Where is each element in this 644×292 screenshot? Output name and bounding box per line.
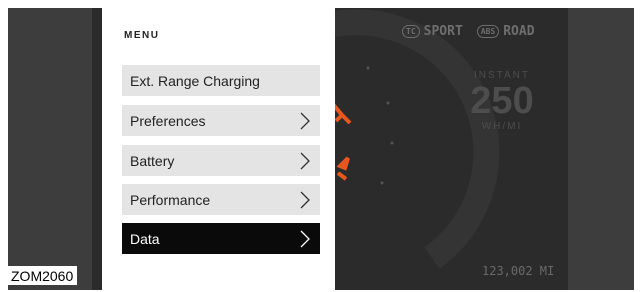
gauge-tick <box>380 181 384 185</box>
regen-arrow-icon <box>336 156 350 181</box>
dashboard-frame: TC SPORT ABS ROAD INSTANT 250 WH/MI 123,… <box>8 8 634 290</box>
gauge-tick <box>366 66 370 70</box>
figure-code: ZOM2060 <box>8 266 78 285</box>
menu-item-ext-range-charging[interactable]: Ext. Range Charging <box>122 65 320 96</box>
traction-control-indicator: TC SPORT <box>402 24 463 39</box>
menu-item-preferences[interactable]: Preferences <box>122 105 320 136</box>
tc-icon: TC <box>402 25 420 38</box>
instant-value: 250 <box>470 80 534 122</box>
chevron-right-icon <box>300 152 310 169</box>
ride-mode-status: TC SPORT ABS ROAD <box>402 24 535 39</box>
menu-item-data[interactable]: Data <box>122 223 320 254</box>
odometer: 123,002 MI <box>482 264 555 278</box>
left-bezel <box>8 8 92 290</box>
sport-mode-label: SPORT <box>423 24 463 39</box>
chevron-right-icon <box>300 112 310 129</box>
menu-item-label: Ext. Range Charging <box>130 72 260 89</box>
menu-title: MENU <box>124 30 160 41</box>
menu-item-label: Battery <box>130 152 175 169</box>
menu-item-label: Preferences <box>130 112 206 129</box>
display-screen: TC SPORT ABS ROAD INSTANT 250 WH/MI 123,… <box>92 8 568 290</box>
road-mode-label: ROAD <box>503 24 535 39</box>
gauge-tick <box>390 141 394 145</box>
instant-unit: WH/MI <box>481 121 523 132</box>
menu-item-label: Performance <box>130 191 211 208</box>
menu-panel: MENU Ext. Range Charging Preferences Bat… <box>102 8 335 290</box>
abs-icon: ABS <box>476 25 500 38</box>
right-bezel <box>568 8 634 290</box>
gauge-tick <box>386 101 390 105</box>
chevron-right-icon <box>300 191 310 208</box>
abs-indicator: ABS ROAD <box>476 24 535 39</box>
menu-item-performance[interactable]: Performance <box>122 184 320 215</box>
chevron-right-icon <box>300 230 310 247</box>
menu-item-label: Data <box>130 230 160 247</box>
menu-item-battery[interactable]: Battery <box>122 145 320 176</box>
instant-efficiency: INSTANT 250 WH/MI <box>452 70 552 132</box>
